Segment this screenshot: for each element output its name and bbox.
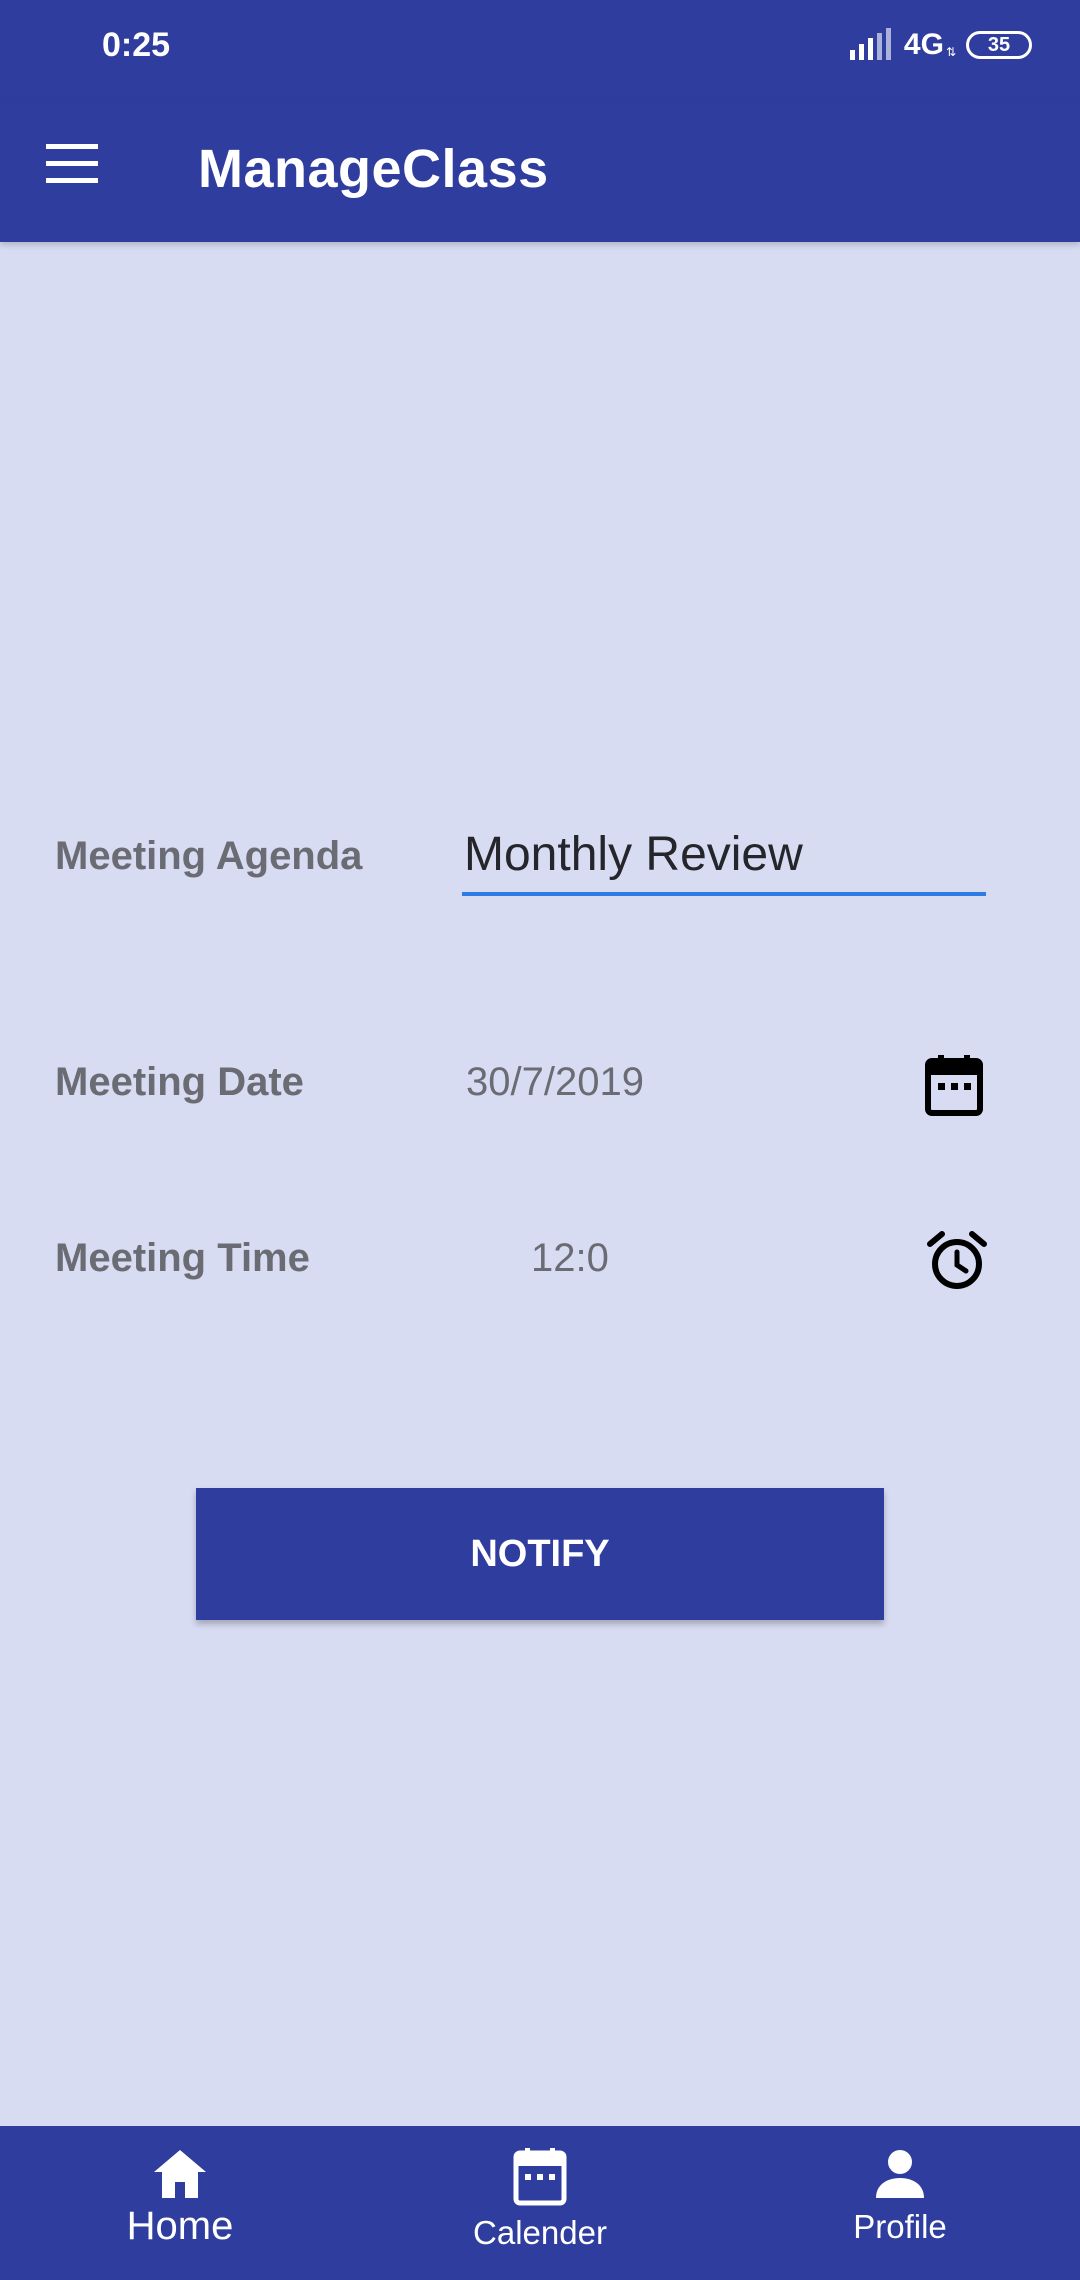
calendar-icon[interactable] [924,1055,988,1119]
notify-button[interactable]: NOTIFY [196,1488,884,1620]
meeting-date-value[interactable]: 30/7/2019 [466,1060,644,1105]
bottom-navigation: Home Calender Profile [0,2126,1080,2280]
app-bar: ManageClass [0,100,1080,242]
meeting-time-label: Meeting Time [55,1236,310,1280]
meeting-agenda-label: Meeting Agenda [55,834,363,878]
meeting-agenda-input[interactable] [462,816,986,896]
nav-label-profile: Profile [853,2208,947,2245]
nav-item-profile[interactable]: Profile [720,2126,1080,2280]
status-time: 0:25 [102,26,171,64]
nav-item-home[interactable]: Home [0,2126,360,2280]
status-indicators: 4G ⇅ 35 [848,28,1032,62]
battery-icon: 35 [966,31,1032,59]
nav-label-calender: Calender [473,2214,607,2251]
nav-label-home: Home [126,2204,234,2248]
alarm-clock-icon[interactable] [926,1230,990,1294]
network-activity-icon: ⇅ [945,45,956,59]
calendar-icon [513,2148,567,2206]
person-icon [874,2148,926,2200]
signal-icon [848,28,894,62]
meeting-date-label: Meeting Date [55,1060,304,1104]
nav-item-calender[interactable]: Calender [360,2126,720,2280]
network-type: 4G [903,28,944,61]
home-icon [152,2148,208,2200]
battery-level: 35 [987,33,1011,56]
menu-icon[interactable] [46,144,106,196]
meeting-time-value[interactable]: 12:0 [531,1236,609,1281]
app-title: ManageClass [198,139,549,199]
status-bar: 0:25 4G ⇅ 35 [0,0,1080,100]
